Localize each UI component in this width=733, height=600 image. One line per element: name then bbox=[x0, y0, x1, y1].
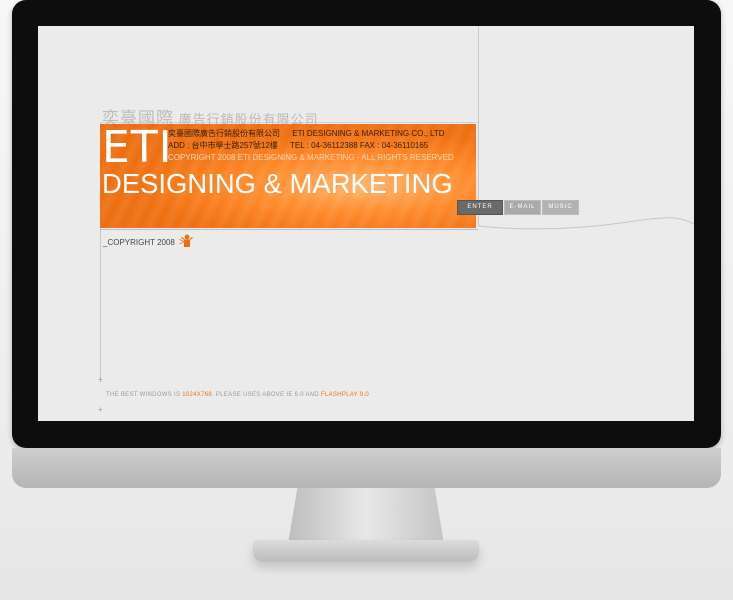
company-info: 奕臺國際廣告行銷股份有限公司 ETI DESIGNING & MARKETING… bbox=[168, 128, 454, 164]
info-rights: COPYRIGHT 2008 ETI DESIGNING & MARKETING… bbox=[168, 153, 454, 162]
info-row-name: 奕臺國際廣告行銷股份有限公司 ETI DESIGNING & MARKETING… bbox=[168, 128, 454, 140]
tagline: DESIGNING & MARKETING bbox=[102, 168, 453, 199]
website-screen: + + 奕臺國際 廣告行銷股份有限公司 ETI DESIGNING & MARK… bbox=[38, 26, 694, 421]
info-row-contact: ADD : 台中市學士路257號12樓 TEL : 04-36112388 FA… bbox=[168, 140, 454, 152]
email-button[interactable]: E-MAIL bbox=[504, 200, 541, 215]
note-plugin: FLASHPLAY 9.0 bbox=[321, 392, 370, 398]
grid-line bbox=[100, 229, 478, 230]
monitor-stand-foot bbox=[253, 540, 479, 562]
info-address: ADD : 台中市學士路257號12樓 bbox=[168, 141, 278, 150]
copyright-text: _COPYRIGHT 2008 > bbox=[103, 237, 185, 248]
monitor-stand-neck bbox=[288, 488, 444, 544]
info-cn-name: 奕臺國際廣告行銷股份有限公司 bbox=[168, 129, 280, 138]
plus-mark: + bbox=[98, 375, 103, 384]
info-en-name: ETI DESIGNING & MARKETING CO., LTD bbox=[292, 129, 445, 138]
person-icon[interactable] bbox=[180, 234, 194, 248]
decorative-curve bbox=[478, 217, 694, 230]
copyright-label: _COPYRIGHT 2008 bbox=[103, 238, 175, 247]
browser-requirement-note: THE BEST WINDOWS IS 1024X768. PLEASE USE… bbox=[106, 392, 369, 398]
grid-line bbox=[478, 26, 479, 226]
hero-banner: ETI DESIGNING & MARKETING 奕臺國際廣告行銷股份有限公司… bbox=[100, 124, 476, 228]
music-button[interactable]: MUSIC bbox=[542, 200, 579, 215]
monitor-chin bbox=[12, 448, 721, 488]
note-prefix: THE BEST WINDOWS IS bbox=[106, 392, 181, 398]
plus-mark: + bbox=[98, 405, 103, 414]
note-resolution: 1024X768 bbox=[182, 392, 212, 398]
note-middle: . PLEASE USES ABOVE IE 6.0 AND bbox=[212, 392, 320, 398]
enter-button[interactable]: ENTER bbox=[457, 200, 503, 215]
eti-logo-text: ETI bbox=[102, 124, 173, 173]
info-phone-fax: TEL : 04-36112388 FAX : 04-36110165 bbox=[290, 141, 429, 150]
